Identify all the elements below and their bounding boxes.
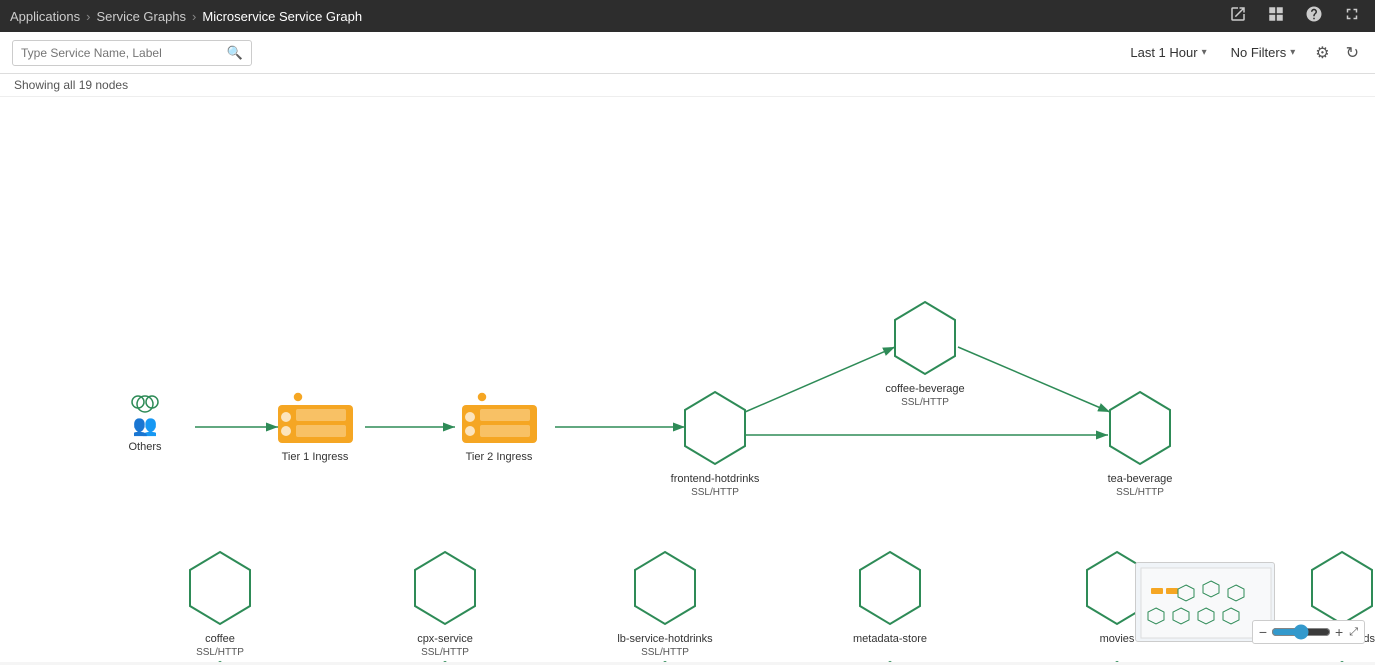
node-frontend[interactable]: frontend-hotdrinks SSL/HTTP <box>671 392 760 498</box>
zoom-in-button[interactable]: + <box>1335 624 1343 640</box>
svg-text:SSL/HTTP: SSL/HTTP <box>641 647 689 658</box>
breadcrumb-applications[interactable]: Applications <box>10 9 80 24</box>
node-cpx-service[interactable]: cpx-service SSL/HTTP <box>415 552 475 658</box>
breadcrumb-current: Microservice Service Graph <box>202 9 362 24</box>
topbar: Applications › Service Graphs › Microser… <box>0 0 1375 32</box>
expand-icon[interactable] <box>1339 1 1365 32</box>
graph-area[interactable]: 👥 Others Tier 1 Ingress Tier 2 Ingress <box>0 97 1375 662</box>
svg-text:coffee-beverage: coffee-beverage <box>885 383 964 395</box>
svg-text:SSL/HTTP: SSL/HTTP <box>196 647 244 658</box>
zoom-fit-button[interactable]: ⤢ <box>1349 626 1358 639</box>
filter-caret: ▾ <box>1290 47 1295 58</box>
svg-text:👥: 👥 <box>133 415 158 437</box>
edge-coffee-tea <box>958 347 1110 412</box>
refresh-icon[interactable]: ↻ <box>1342 39 1363 67</box>
svg-text:Others: Others <box>128 441 162 453</box>
node-lb-service[interactable]: lb-service-hotdrinks SSL/HTTP <box>617 552 713 658</box>
chevron-icon: › <box>86 9 90 24</box>
node-count-label: Showing all 19 nodes <box>14 78 128 92</box>
svg-text:lb-service-hotdrinks: lb-service-hotdrinks <box>617 633 713 645</box>
node-tier2[interactable]: Tier 2 Ingress <box>462 392 537 463</box>
svg-text:movies: movies <box>1100 633 1135 645</box>
svg-text:tea-beverage: tea-beverage <box>1108 473 1173 485</box>
toolbar: 🔍 Last 1 Hour ▾ No Filters ▾ ⚙ ↻ <box>0 32 1375 74</box>
svg-text:SSL/HTTP: SSL/HTTP <box>901 397 949 408</box>
zoom-out-button[interactable]: − <box>1259 624 1267 640</box>
toolbar-right: Last 1 Hour ▾ No Filters ▾ ⚙ ↻ <box>1122 39 1363 67</box>
settings-icon[interactable]: ⚙ <box>1311 39 1333 67</box>
node-others[interactable]: 👥 Others <box>128 396 162 453</box>
topbar-icons <box>1225 1 1365 32</box>
search-input[interactable] <box>21 46 221 60</box>
svg-text:frontend-hotdrinks: frontend-hotdrinks <box>671 473 760 485</box>
search-box[interactable]: 🔍 <box>12 40 252 66</box>
node-coffee-beverage[interactable]: coffee-beverage SSL/HTTP <box>885 302 964 408</box>
node-tier1[interactable]: Tier 1 Ingress <box>278 392 353 463</box>
svg-text:SSL/HTTP: SSL/HTTP <box>691 487 739 498</box>
grid-icon[interactable] <box>1263 1 1289 32</box>
time-filter-button[interactable]: Last 1 Hour ▾ <box>1122 41 1214 64</box>
node-metadata-store[interactable]: metadata-store <box>853 552 927 645</box>
svg-text:Tier 2 Ingress: Tier 2 Ingress <box>466 451 533 463</box>
svg-text:cpx-service: cpx-service <box>417 633 473 645</box>
time-filter-caret: ▾ <box>1202 47 1207 58</box>
svg-text:Tier 1 Ingress: Tier 1 Ingress <box>282 451 349 463</box>
chevron-icon-2: › <box>192 9 196 24</box>
search-icon: 🔍 <box>227 45 243 61</box>
svg-text:SSL/HTTP: SSL/HTTP <box>421 647 469 658</box>
svg-text:SSL/HTTP: SSL/HTTP <box>1116 487 1164 498</box>
node-tea-beverage[interactable]: tea-beverage SSL/HTTP <box>1108 392 1173 498</box>
breadcrumb-service-graphs[interactable]: Service Graphs <box>96 9 186 24</box>
time-filter-label: Last 1 Hour <box>1130 45 1197 60</box>
node-coffee[interactable]: coffee SSL/HTTP <box>190 552 250 658</box>
edge-frontend-coffee <box>745 347 895 412</box>
zoom-slider[interactable] <box>1271 624 1331 640</box>
external-link-icon[interactable] <box>1225 1 1251 32</box>
svg-text:metadata-store: metadata-store <box>853 633 927 645</box>
filter-label: No Filters <box>1231 45 1287 60</box>
breadcrumb: Applications › Service Graphs › Microser… <box>10 9 362 24</box>
statusbar: Showing all 19 nodes <box>0 74 1375 97</box>
question-icon[interactable] <box>1301 1 1327 32</box>
svg-text:coffee: coffee <box>205 633 235 645</box>
filter-button[interactable]: No Filters ▾ <box>1223 41 1304 64</box>
